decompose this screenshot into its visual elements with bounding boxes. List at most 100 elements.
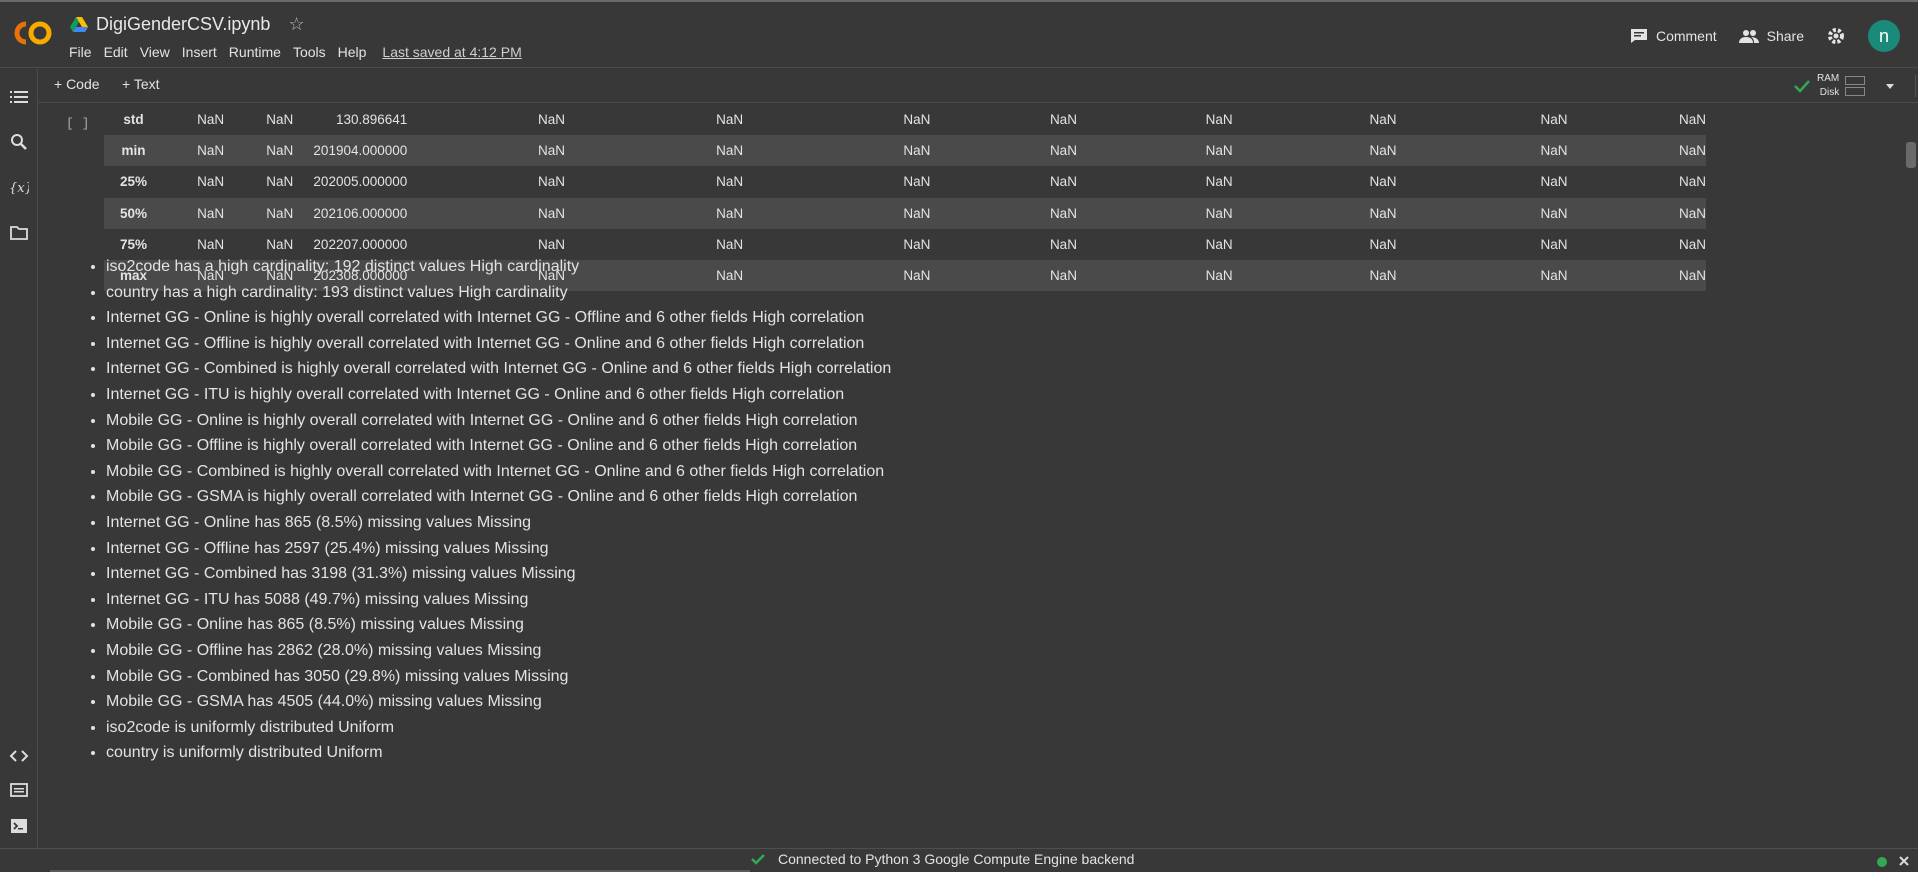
table-cell: 202005.000000 — [313, 174, 408, 190]
last-saved-link[interactable]: Last saved at 4:12 PM — [382, 44, 521, 60]
table-cell: NaN — [1567, 259, 1706, 292]
table-cell: NaN — [930, 197, 1077, 229]
table-cell: 202106.000000 — [293, 197, 408, 229]
comment-button[interactable]: Comment — [1630, 28, 1717, 44]
gear-icon — [1828, 28, 1844, 44]
menu-runtime[interactable]: Runtime — [229, 44, 281, 60]
row-label: std — [123, 112, 144, 128]
table-cell: NaN — [1369, 236, 1397, 252]
list-item: Internet GG - ITU has 5088 (49.7%) missi… — [106, 587, 891, 613]
resource-monitor[interactable]: RAM Disk — [1793, 72, 1918, 100]
table-cell: 201904.000000 — [293, 135, 408, 167]
row-label: min — [104, 135, 164, 167]
table-cell: NaN — [1076, 259, 1233, 292]
menu-edit[interactable]: Edit — [104, 44, 128, 60]
status-bar: Connected to Python 3 Google Compute Eng… — [0, 848, 1918, 872]
table-cell: NaN — [1049, 236, 1077, 252]
table-cell: NaN — [1540, 236, 1568, 252]
table-cell: NaN — [197, 174, 225, 190]
menu-file[interactable]: File — [69, 44, 92, 60]
table-cell: NaN — [1678, 112, 1706, 128]
search-icon[interactable] — [9, 132, 29, 152]
table-cell: NaN — [1205, 112, 1233, 128]
resource-bars — [1845, 74, 1866, 98]
table-of-contents-icon[interactable] — [9, 87, 29, 107]
variables-icon[interactable]: {x} — [9, 177, 29, 197]
table-cell: NaN — [743, 135, 931, 167]
add-text-button[interactable]: + Text — [122, 76, 160, 92]
disk-bar — [1845, 87, 1866, 96]
table-cell: NaN — [1049, 112, 1077, 128]
list-item: Internet GG - Offline is highly overall … — [106, 331, 891, 357]
ram-bar — [1845, 76, 1866, 85]
table-cell: NaN — [1369, 112, 1397, 128]
table-cell: NaN — [1076, 135, 1233, 167]
table-cell: NaN — [538, 174, 566, 190]
menu-insert[interactable]: Insert — [182, 44, 217, 60]
resource-dropdown-icon[interactable] — [1881, 81, 1899, 91]
comment-label: Comment — [1655, 28, 1717, 44]
table-cell: NaN — [1232, 135, 1397, 167]
table-cell: NaN — [1678, 236, 1706, 252]
table-cell: NaN — [1678, 174, 1706, 190]
share-button[interactable]: Share — [1738, 28, 1804, 44]
table-cell: 130.896641 — [335, 112, 408, 128]
table-cell: NaN — [407, 197, 566, 229]
table-cell: NaN — [716, 174, 744, 190]
table-cell: NaN — [1396, 197, 1568, 229]
list-item: Internet GG - ITU is highly overall corr… — [106, 382, 891, 408]
table-cell: NaN — [1232, 197, 1397, 229]
alerts-list: iso2code has a high cardinality: 192 dis… — [88, 254, 891, 766]
check-icon — [1794, 80, 1810, 93]
top-bar: DigiGenderCSV.ipynb ☆ File Edit View Ins… — [0, 0, 1918, 68]
notebook-title[interactable]: DigiGenderCSV.ipynb — [96, 14, 270, 35]
svg-text:{x}: {x} — [9, 181, 29, 196]
menu-tools[interactable]: Tools — [293, 44, 326, 60]
table-cell: NaN — [1205, 174, 1233, 190]
table-cell: NaN — [903, 112, 931, 128]
table-cell: NaN — [1540, 174, 1568, 190]
table-cell: NaN — [197, 112, 225, 128]
notebook-content: [ ] std NaN NaN 130.896641 NaN NaN NaN NaN NaN Na… — [38, 104, 1918, 848]
list-item: country is uniformly distributed Uniform — [106, 740, 891, 766]
list-item: Internet GG - Online is highly overall c… — [106, 305, 891, 331]
terminal-icon[interactable] — [9, 816, 29, 836]
table-cell: NaN — [565, 197, 744, 229]
list-item: Mobile GG - Online has 865 (8.5%) missin… — [106, 612, 891, 638]
table-cell: NaN — [1049, 174, 1077, 190]
table-cell: NaN — [538, 112, 566, 128]
close-icon[interactable] — [1898, 855, 1910, 867]
menu-bar: File Edit View Insert Runtime Tools Help… — [69, 44, 534, 60]
status-text: Connected to Python 3 Google Compute Eng… — [778, 851, 1135, 867]
avatar[interactable]: n — [1868, 20, 1900, 52]
table-cell: NaN — [1205, 236, 1233, 252]
list-item: Mobile GG - Offline is highly overall co… — [106, 433, 891, 459]
scrollbar-thumb[interactable] — [1906, 142, 1916, 168]
add-code-button[interactable]: + Code — [54, 76, 100, 92]
menu-view[interactable]: View — [140, 44, 170, 60]
cell-run-button[interactable]: [ ] — [66, 116, 89, 131]
notebook-toolbar: + Code + Text RAM Disk — [38, 69, 1918, 103]
table-row: 25% NaN NaN 202005.000000 NaN NaN NaN NaN NaN NaN… — [104, 166, 1706, 197]
share-label: Share — [1766, 28, 1804, 44]
settings-button[interactable] — [1826, 26, 1846, 46]
menu-help[interactable]: Help — [338, 44, 367, 60]
list-item: iso2code has a high cardinality: 192 dis… — [106, 254, 891, 280]
list-item: Mobile GG - Offline has 2862 (28.0%) mis… — [106, 638, 891, 664]
table-cell: NaN — [1232, 259, 1397, 292]
table-cell: NaN — [903, 174, 931, 190]
ram-label: RAM — [1817, 73, 1840, 84]
command-palette-icon[interactable] — [9, 780, 29, 800]
folder-icon[interactable] — [9, 223, 29, 243]
table-cell: NaN — [163, 197, 225, 229]
table-cell: NaN — [1396, 135, 1568, 167]
table-row: min NaN NaN 201904.000000 NaN NaN NaN NaN NaN NaN… — [104, 135, 1706, 167]
star-icon[interactable]: ☆ — [288, 14, 304, 35]
code-snippets-icon[interactable] — [9, 746, 29, 766]
row-label: 25% — [120, 174, 148, 190]
colab-logo[interactable] — [10, 16, 54, 50]
table-cell: NaN — [224, 197, 294, 229]
table-cell: NaN — [1567, 197, 1706, 229]
list-item: Mobile GG - GSMA is highly overall corre… — [106, 484, 891, 510]
disk-label: Disk — [1819, 87, 1840, 98]
